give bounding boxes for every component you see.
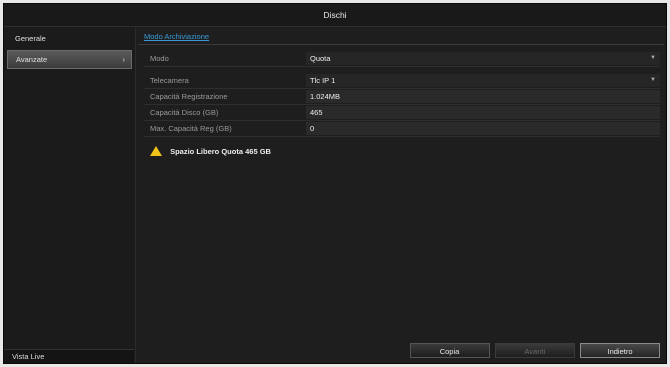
camera-select[interactable]: Tlc IP 1 ▼ [306,74,660,87]
back-button[interactable]: Indietro [580,343,660,358]
field-label: Modo [150,54,169,63]
field-row-camera: Telecamera Tlc IP 1 ▼ [144,73,660,89]
window-title: Dischi [4,4,666,27]
live-view-label: Vista Live [12,352,45,361]
live-view-button[interactable]: Vista Live [4,349,134,363]
disks-window: Dischi Generale Avanzate › Vista Live Mo… [3,3,667,364]
tab-divider [138,44,664,45]
sidebar-item-general[interactable]: Generale [7,30,132,47]
field-row-disk-capacity: Capacità Disco (GB) 465 [144,105,660,121]
disk-capacity-value: 465 [306,106,660,119]
chevron-right-icon: › [122,55,125,64]
tab-storage-mode[interactable]: Modo Archiviazione [144,32,209,41]
field-label: Telecamera [150,76,189,85]
chevron-down-icon: ▼ [650,55,656,61]
sidebar-item-label: Generale [15,34,46,43]
recording-capacity-value: 1.024MB [306,90,660,103]
chevron-down-icon: ▼ [650,77,656,83]
next-button[interactable]: Avanti [494,343,575,358]
field-label: Capacità Registrazione [150,92,228,101]
copy-button[interactable]: Copia [409,343,490,358]
warning-text: Spazio Libero Quota 465 GB [170,147,271,156]
field-row-recording-capacity: Capacità Registrazione 1.024MB [144,89,660,105]
sidebar-item-advanced[interactable]: Avanzate › [7,50,132,69]
button-bar: Copia Avanti Indietro [407,343,660,359]
mode-select[interactable]: Quota ▼ [306,52,660,65]
warning-icon [150,146,162,157]
sidebar: Generale Avanzate › Vista Live [4,27,136,363]
max-capacity-input[interactable]: 0 [306,122,660,135]
field-label: Capacità Disco (GB) [150,108,219,117]
main-panel: Modo Archiviazione Modo Quota ▼ Telecame… [138,27,664,363]
sidebar-item-label: Avanzate [16,55,48,64]
field-row-mode: Modo Quota ▼ [144,51,660,67]
field-row-max-recording-capacity: Max. Capacità Reg (GB) 0 [144,121,660,137]
field-label: Max. Capacità Reg (GB) [150,124,232,133]
quota-warning: Spazio Libero Quota 465 GB [150,145,271,159]
